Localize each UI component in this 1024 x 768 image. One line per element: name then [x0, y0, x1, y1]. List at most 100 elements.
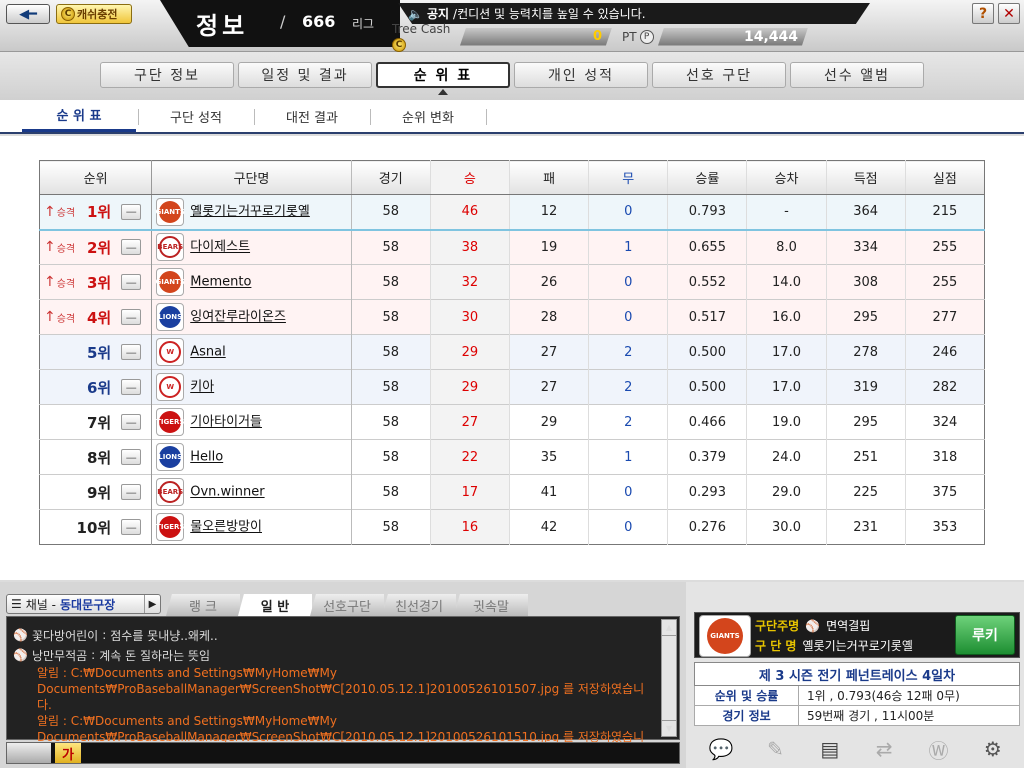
team-name-link[interactable]: Asnal [190, 345, 225, 360]
language-toggle-button[interactable]: 가 [55, 743, 81, 763]
tab-favorite-team[interactable]: 선호 구단 [652, 62, 786, 88]
chat-scrollbar[interactable]: ▲ ▼ [661, 619, 677, 737]
rank-change-icon: — [121, 203, 142, 220]
rank-change-icon: — [121, 449, 142, 465]
chat-tab-rank[interactable]: 랭 크 [166, 594, 240, 616]
subtab-team-stats[interactable]: 구단 성적 [140, 100, 252, 132]
subtab-matchups[interactable]: 대전 결과 [256, 100, 368, 132]
cash-charge-button[interactable]: C 캐쉬충전 [56, 4, 132, 24]
team-logo-icon: W [156, 373, 185, 401]
owner-box: GIANTS 구단주명 ⚾ 면역결핍 구 단 명 옐롯기는거꾸로기롯옐 루키 [694, 612, 1020, 658]
user-icon: ⚾ [13, 628, 28, 642]
team-logo-icon: W [156, 338, 185, 366]
chat-panel: ☰ 채널 - 동대문구장 ▶ 랭 크 일 반 선호구단 친선경기 귓속말 ⚾ 꽃다… [0, 582, 686, 768]
chat-tab-friendly[interactable]: 친선경기 [382, 594, 456, 616]
close-button[interactable]: ✕ [998, 3, 1020, 24]
rank-info-row: 순위 및 승률 1위 , 0.793(46승 12패 0무) [694, 686, 1020, 706]
tab-standings[interactable]: 순 위 표 [376, 62, 510, 95]
back-arrow-icon: ◀━ [19, 6, 37, 22]
team-name-link[interactable]: 다이제스트 [190, 240, 250, 255]
up-arrow-icon: ↑ [44, 239, 56, 256]
owner-label: 구단주명 [755, 619, 800, 633]
input-mode-button[interactable] [7, 743, 51, 763]
page-title: 정보 [196, 12, 249, 40]
notice-label: 공지 [426, 7, 450, 21]
standings-table: 순위 구단명 경기 승 패 무 승률 승차 득점 실점 ↑ 승격 1위 — GIANT… [39, 160, 985, 545]
team-name-link[interactable]: 옐롯기는거꾸로기롯옐 [190, 204, 310, 219]
top-bar: ◀━ C 캐쉬충전 정보 / 666 리그 🔈 공지 /컨디션 및 능력치를 높일… [0, 0, 1024, 52]
coin-icon: C [61, 7, 75, 21]
header-runs-allowed: 실점 [905, 160, 985, 195]
tools-icon[interactable]: ✎ [762, 736, 788, 762]
tab-player-album[interactable]: 선수 앨범 [790, 62, 924, 88]
chat-tab-favorite[interactable]: 선호구단 [310, 594, 384, 616]
table-row[interactable]: ↑ 승격 1위 — GIANTS 옐롯기는거꾸로기롯옐 58 46 12 0 0.793… [39, 194, 985, 231]
table-row[interactable]: 10위 — TIGERS 물오른방망이 58 16 42 0 0.276 30.0 … [39, 509, 985, 545]
list-icon: ☰ [11, 597, 22, 611]
team-name-link[interactable]: 잉여잔루라이온즈 [190, 310, 286, 325]
header-games: 경기 [351, 160, 431, 195]
speaker-icon: 🔈 [408, 6, 423, 21]
notepad-icon[interactable]: ▤ [817, 736, 843, 762]
team-name-link[interactable]: 물오른방망이 [190, 520, 262, 535]
gear-icon[interactable]: ⚙ [980, 736, 1006, 762]
table-row[interactable]: 6위 — W 키아 58 29 27 2 0.500 17.0 319 282 [39, 369, 985, 405]
subtab-standings[interactable]: 순 위 표 [22, 100, 136, 132]
table-row[interactable]: 9위 — BEARS Ovn.winner 58 17 41 0 0.293 29.… [39, 474, 985, 510]
table-row[interactable]: ↑ 승격 3위 — GIANTS Memento 58 32 26 0 0.552 14… [39, 264, 985, 300]
table-row[interactable]: ↑ 승격 2위 — BEARS 다이제스트 58 38 19 1 0.655 8.0 3… [39, 229, 985, 265]
tab-team-info[interactable]: 구단 정보 [100, 62, 234, 88]
team-name-link[interactable]: Ovn.winner [190, 485, 264, 500]
owner-value: 면역결핍 [826, 619, 871, 633]
table-row[interactable]: 8위 — LIONS Hello 58 22 35 1 0.379 24.0 251… [39, 439, 985, 475]
team-name-link[interactable]: Memento [190, 275, 251, 290]
trade-icon[interactable]: ⇄ [871, 736, 897, 762]
header-team: 구단명 [151, 160, 352, 195]
header-losses: 패 [509, 160, 590, 195]
header-rank: 순위 [39, 160, 153, 195]
channel-selector[interactable]: ☰ 채널 - 동대문구장 ▶ [6, 594, 161, 614]
sub-tabs: 순 위 표 구단 성적 대전 결과 순위 변화 [0, 100, 1024, 134]
rank-change-icon: — [121, 519, 142, 535]
team-name-link[interactable]: Hello [190, 450, 223, 465]
team-logo-icon: GIANTS [699, 615, 751, 657]
tab-schedule[interactable]: 일정 및 결과 [238, 62, 372, 88]
toolbar-icons: 💬 ✎ ▤ ⇄ Ⓦ ⚙ [694, 734, 1020, 764]
chat-tab-general[interactable]: 일 반 [238, 594, 312, 616]
rank-change-icon: — [121, 414, 142, 430]
up-arrow-icon: ↑ [44, 274, 56, 290]
league-number: 666 [302, 12, 336, 31]
standings-panel: 순위 구단명 경기 승 패 무 승률 승차 득점 실점 ↑ 승격 1위 — GIANT… [0, 136, 1024, 580]
back-button[interactable]: ◀━ [6, 4, 50, 24]
season-title: 제 3 시즌 전기 페넌트레이스 4일차 [694, 662, 1020, 686]
tree-cash-label: Tree Cash C [392, 21, 451, 52]
table-row[interactable]: 7위 — TIGERS 기아타이거들 58 27 29 2 0.466 19.0 2… [39, 404, 985, 440]
table-row[interactable]: 5위 — W Asnal 58 29 27 2 0.500 17.0 278 246 [39, 334, 985, 370]
team-logo-icon: BEARS [156, 478, 185, 506]
play-arrow-icon[interactable]: ▶ [144, 595, 160, 613]
team-name-link[interactable]: 기아타이거들 [190, 415, 262, 430]
chat-bubble-icon[interactable]: 💬 [708, 736, 734, 762]
notice-bar: 🔈 공지 /컨디션 및 능력치를 높일 수 있습니다. [398, 3, 870, 24]
rank-change-icon: — [121, 379, 142, 395]
team-logo-icon: GIANTS [156, 268, 185, 296]
rookie-button[interactable]: 루키 [955, 615, 1015, 655]
w-icon[interactable]: Ⓦ [925, 736, 951, 763]
chat-tab-whisper[interactable]: 귓속말 [454, 594, 528, 616]
subtab-rank-change[interactable]: 순위 변화 [372, 100, 484, 132]
team-logo-icon: LIONS [156, 303, 185, 331]
rank-change-icon: — [121, 274, 142, 290]
promotion-badge: ↑ 승격 [44, 203, 76, 220]
team-name-link[interactable]: 키아 [190, 380, 214, 395]
table-row[interactable]: ↑ 승격 4위 — LIONS 잉여잔루라이온즈 58 30 28 0 0.517 16… [39, 299, 985, 335]
help-button[interactable]: ? [972, 3, 994, 24]
main-tabs: 구단 정보 일정 및 결과 순 위 표 개인 성적 선호 구단 선수 앨범 [0, 52, 1024, 100]
chat-input[interactable]: 가 [6, 742, 680, 764]
currency-bar: Tree Cash C 0 PT P 14,444 [388, 22, 858, 52]
team-info-panel: GIANTS 구단주명 ⚾ 면역결핍 구 단 명 옐롯기는거꾸로기롯옐 루키 제 3 … [686, 582, 1024, 768]
pt-label: PT P [612, 29, 658, 44]
system-message: 알림 : C:₩Documents and Settings₩MyHome₩My… [37, 666, 645, 712]
game-info-row: 경기 정보 59번째 경기 , 11시00분 [694, 706, 1020, 726]
scroll-down-icon: ▼ [662, 720, 676, 736]
tab-personal-stats[interactable]: 개인 성적 [514, 62, 648, 88]
